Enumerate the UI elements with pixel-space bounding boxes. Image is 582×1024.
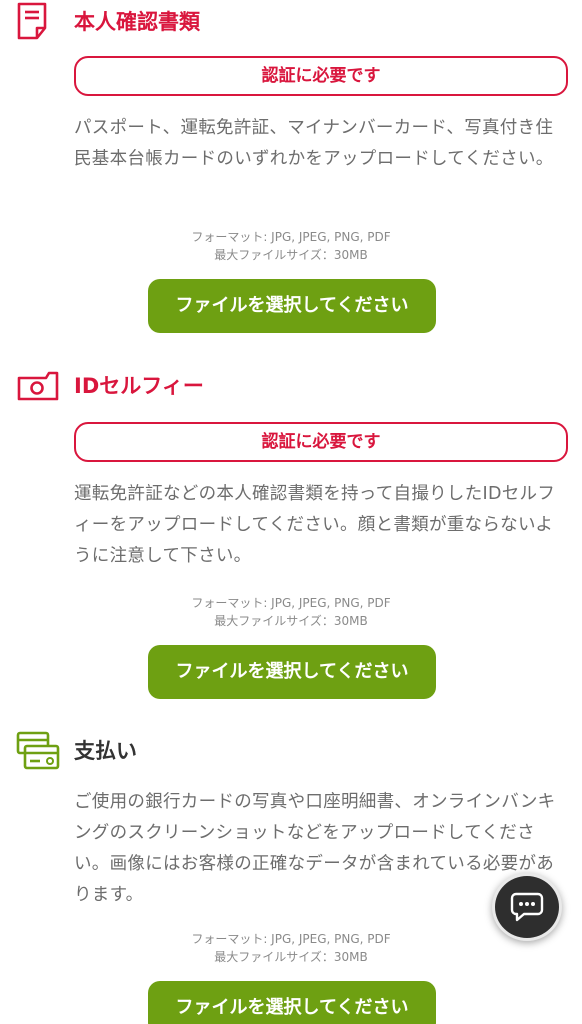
max-size-info: 最大ファイルサイズ：30MB	[214, 614, 368, 628]
required-badge: 認証に必要です	[74, 56, 568, 96]
select-file-button[interactable]: ファイルを選択してください	[148, 279, 436, 333]
required-badge: 認証に必要です	[74, 422, 568, 462]
max-size-info: 最大ファイルサイズ：30MB	[214, 950, 368, 964]
document-icon	[16, 2, 62, 42]
format-info: フォーマット: JPG, JPEG, PNG, PDF	[191, 596, 391, 610]
format-info: フォーマット: JPG, JPEG, PNG, PDF	[191, 230, 391, 244]
select-file-button[interactable]: ファイルを選択してください	[148, 981, 436, 1024]
chat-button[interactable]	[492, 873, 562, 941]
format-info: フォーマット: JPG, JPEG, PNG, PDF	[191, 932, 391, 946]
section-header: 本人確認書類	[0, 2, 582, 42]
payment-cards-icon	[16, 731, 62, 771]
section-title: IDセルフィー	[74, 374, 204, 398]
section-description: 運転免許証などの本人確認書類を持って自撮りしたIDセルフィーをアップロードしてく…	[74, 484, 556, 566]
section-title: 本人確認書類	[74, 10, 200, 34]
section-title: 支払い	[74, 739, 137, 763]
section-description: ご使用の銀行カードの写真や口座明細書、オンラインバンキングのスクリーンショットな…	[74, 792, 556, 905]
section-description: パスポート、運転免許証、マイナンバーカード、写真付き住民基本台帳カードのいずれか…	[74, 118, 554, 169]
select-file-button[interactable]: ファイルを選択してください	[148, 645, 436, 699]
section-header: 支払い	[0, 731, 582, 771]
section-header: IDセルフィー	[0, 366, 582, 406]
max-size-info: 最大ファイルサイズ：30MB	[214, 248, 368, 262]
camera-icon	[16, 366, 62, 406]
